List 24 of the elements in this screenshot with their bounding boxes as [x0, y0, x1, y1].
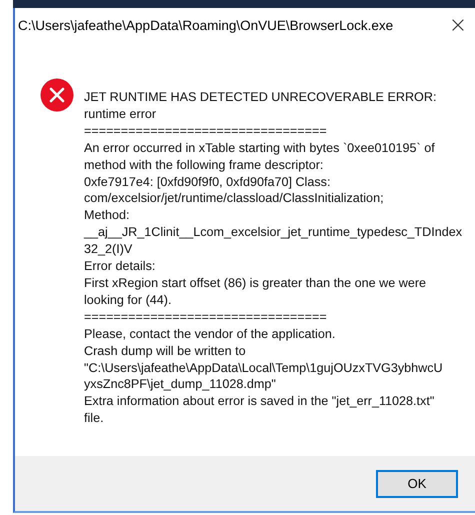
message-line: JET RUNTIME HAS DETECTED UNRECOVERABLE ERROR:	[84, 89, 438, 106]
window-title: C:\Users\jafeathe\AppData\Roaming\OnVUE\BrowserLock.exe	[18, 18, 394, 32]
message-line: Please, contact the vendor of the application.	[84, 326, 336, 343]
message-line: runtime error	[84, 106, 158, 123]
message-line: Extra information about error is saved in the "jet_err_11028.txt"	[84, 393, 436, 410]
message-line: =================================	[84, 308, 328, 326]
message-line: Error details:	[84, 258, 156, 275]
message-line: Crash dump will be written to	[84, 342, 247, 360]
message-line: 32_2(I)V	[84, 241, 134, 258]
message-line: file.	[84, 410, 105, 428]
ok-button[interactable]: OK	[376, 470, 458, 498]
message-line: First xRegion start offset (86) is greater than the one we were	[84, 274, 428, 292]
message-line: Method:	[84, 207, 131, 224]
message-line: =================================	[84, 122, 328, 140]
message-line: method with the following frame descriptor:	[84, 156, 324, 174]
message-line: looking for (44).	[84, 292, 172, 309]
close-button[interactable]: ×	[443, 12, 473, 38]
message-line: yxsZnc8PF\jet_dump_11028.dmp"	[84, 376, 277, 394]
error-icon	[40, 78, 74, 112]
message-line: __aj__JR_1Clinit__Lcom_excelsior_jet_runtime_typedesc_TDIndex	[84, 224, 462, 242]
message-line: "C:\Users\jafeathe\AppData\Local\Temp\1gujOUzxTVG3ybhwcU	[84, 360, 444, 376]
message-line: 0xfe7917e4: [0xfd90f9f0, 0xfd90fa70] Class:	[84, 174, 332, 190]
message-line: com/excelsior/jet/runtime/classload/ClassInitialization;	[84, 190, 385, 208]
message-line: An error occurred in xTable starting with bytes `0xee010195` of	[84, 140, 436, 157]
